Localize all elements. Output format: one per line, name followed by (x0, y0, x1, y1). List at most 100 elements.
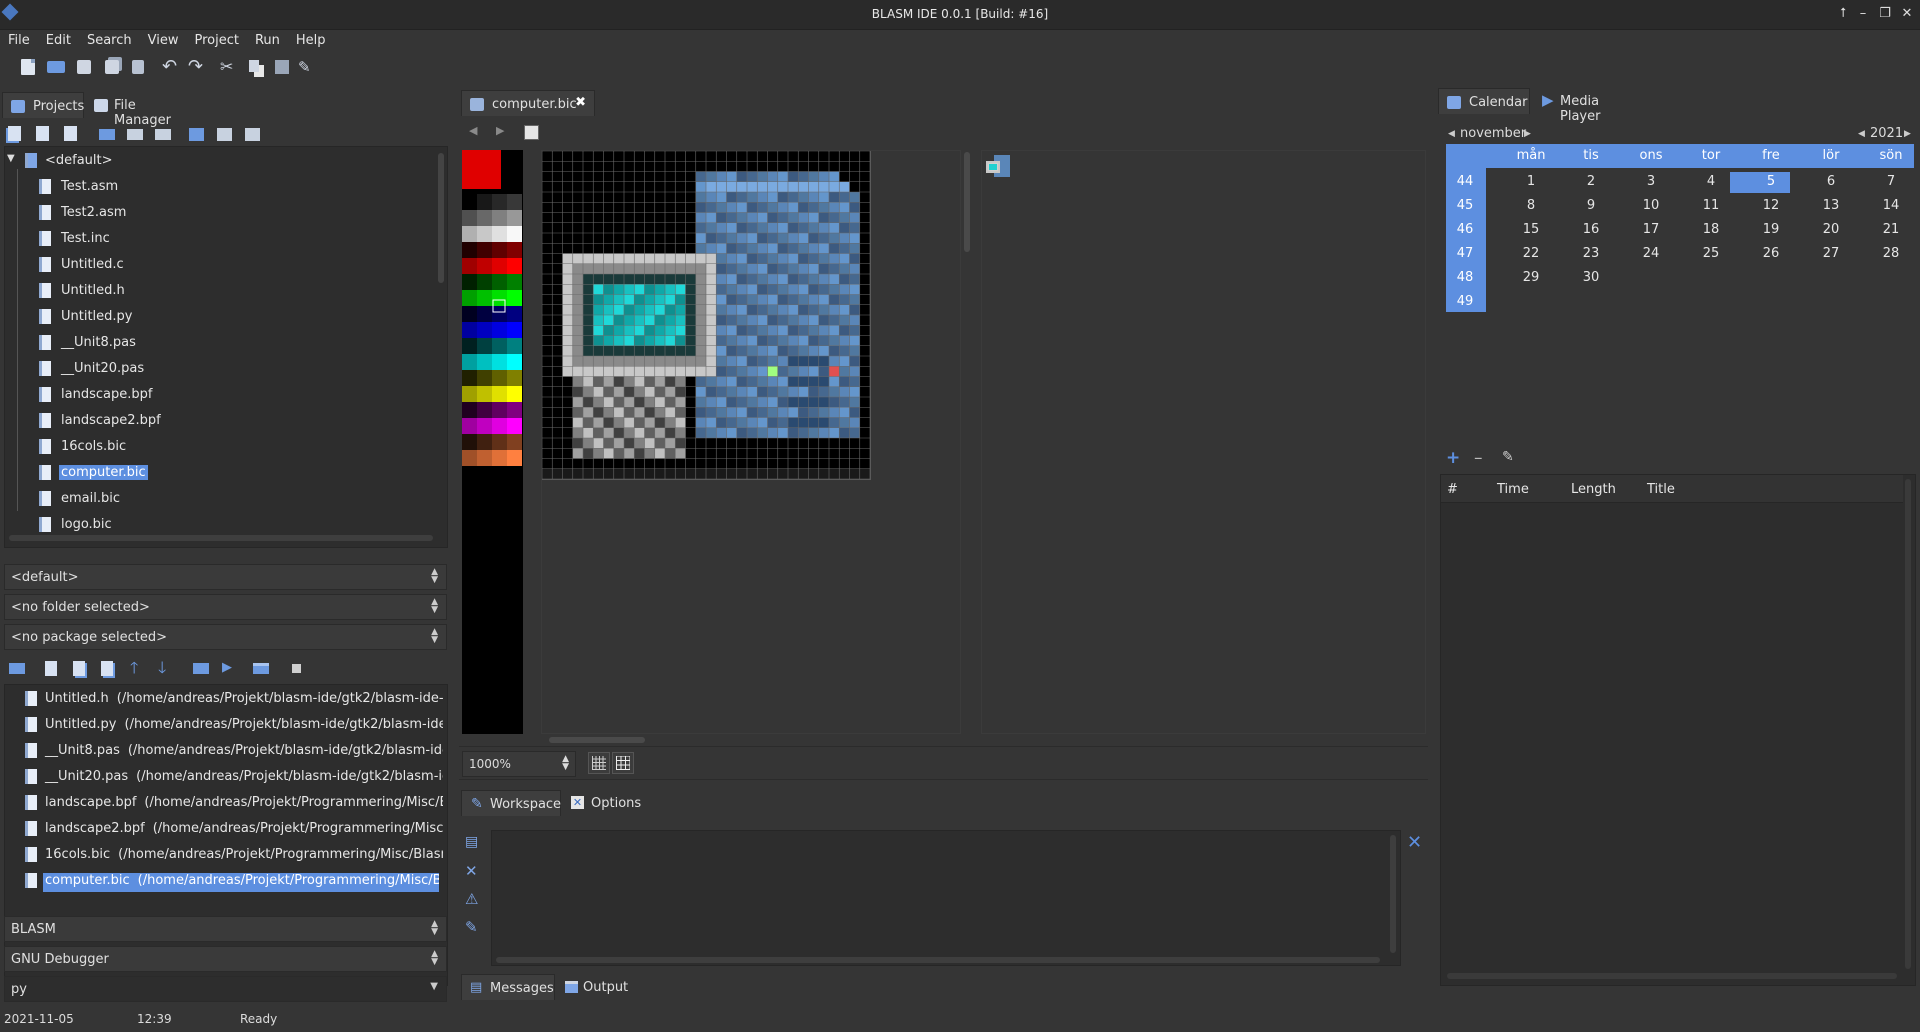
calendar-day[interactable]: 23 (1562, 246, 1620, 261)
color-palette[interactable] (462, 150, 523, 734)
remove-folder-icon[interactable] (154, 125, 172, 141)
calendar-day[interactable]: 22 (1502, 246, 1560, 261)
prev-icon[interactable]: ◀ (469, 124, 477, 137)
refresh-icon[interactable] (8, 660, 26, 676)
cut-icon[interactable]: ✂ (220, 57, 240, 77)
add-icon[interactable] (70, 660, 88, 676)
keep-above-button[interactable]: ⭡ (1834, 5, 1852, 23)
zoom-spinner[interactable]: 1000% ▲ ▼ (462, 751, 576, 777)
calendar-day[interactable]: 26 (1742, 246, 1800, 261)
tab-calendar[interactable]: Calendar (1438, 88, 1530, 114)
calendar-day[interactable]: 1 (1502, 174, 1560, 189)
assembler-select[interactable]: BLASM ▲ ▼ (4, 916, 447, 942)
add-file-icon[interactable] (34, 125, 52, 141)
open-file-row[interactable]: Untitled.h (/home/andreas/Projekt/blasm-i… (5, 687, 447, 711)
open-file-row[interactable]: landscape2.bpf (/home/andreas/Projekt/Pro… (5, 817, 447, 841)
close-file-button[interactable] (128, 57, 148, 77)
tree-item[interactable]: landscape2.bpf (5, 409, 305, 433)
window-icon[interactable] (252, 660, 270, 676)
move-down-icon[interactable]: 🡓 (158, 660, 176, 676)
next-year-icon[interactable]: ▶ (1904, 129, 1911, 139)
language-input[interactable]: py ▼ (4, 976, 447, 1002)
tab-media-player[interactable]: ▶ Media Player (1532, 88, 1646, 124)
expand-arrow-icon[interactable]: ▼ (7, 153, 15, 164)
menu-run[interactable]: Run (247, 30, 288, 48)
column-title[interactable]: Title (1647, 482, 1675, 497)
tree-item[interactable]: __Unit20.pas (5, 357, 305, 381)
save-button[interactable] (74, 57, 94, 77)
primary-color-swatch[interactable] (462, 150, 501, 189)
warning-icon[interactable]: ⚠ (465, 890, 483, 908)
new-file-button[interactable] (18, 57, 38, 77)
prev-month-icon[interactable]: ◀ (1448, 129, 1455, 139)
add-folder-icon[interactable] (98, 125, 116, 141)
palette-grid[interactable] (462, 194, 523, 730)
menu-view[interactable]: View (140, 30, 187, 48)
tree-item[interactable]: email.bic (5, 487, 305, 511)
clear-messages-icon[interactable]: ✎ (465, 918, 483, 936)
messages-icon[interactable]: ▤ (465, 834, 483, 852)
remove-file-icon[interactable] (62, 125, 80, 141)
column-time[interactable]: Time (1497, 482, 1529, 497)
playlist-h-scrollbar[interactable] (1447, 973, 1897, 979)
error-icon[interactable]: ✕ (465, 862, 483, 880)
tab-output[interactable]: Output (557, 974, 629, 1000)
tree-item[interactable]: Untitled.c (5, 253, 305, 277)
messages-h-scrollbar[interactable] (496, 957, 1380, 963)
calendar-day[interactable]: 17 (1622, 222, 1680, 237)
calendar-day[interactable]: 9 (1562, 198, 1620, 213)
open-file-row[interactable]: Untitled.py (/home/andreas/Projekt/blasm-… (5, 713, 447, 737)
tree-root[interactable]: ▼ <default> (5, 149, 305, 173)
menu-edit[interactable]: Edit (38, 30, 79, 48)
calendar-day[interactable]: 24 (1622, 246, 1680, 261)
calendar-day[interactable]: 21 (1862, 222, 1920, 237)
folder-select[interactable]: <no folder selected> ▲ ▼ (4, 594, 447, 620)
calendar-day[interactable]: 27 (1802, 246, 1860, 261)
tree-item[interactable]: computer.bic (5, 461, 305, 485)
new-package-icon[interactable] (188, 125, 206, 141)
calendar-day[interactable]: 30 (1562, 270, 1620, 285)
tree-item[interactable]: Untitled.py (5, 305, 305, 329)
tree-item[interactable]: Test2.asm (5, 201, 305, 225)
package-select[interactable]: <no package selected> ▲ ▼ (4, 624, 447, 650)
copy-icon[interactable] (246, 57, 266, 77)
calendar-day[interactable]: 7 (1862, 174, 1920, 189)
tree-scrollbar[interactable] (438, 153, 444, 283)
calendar-day[interactable]: 4 (1682, 174, 1740, 189)
tab-workspace[interactable]: ✎ Workspace (461, 790, 561, 816)
open-file-row[interactable]: 16cols.bic (/home/andreas/Projekt/Program… (5, 843, 447, 867)
tree-item[interactable]: __Unit8.pas (5, 331, 305, 355)
tree-item[interactable]: Test.asm (5, 175, 305, 199)
large-grid-button[interactable] (612, 752, 634, 774)
messages-v-scrollbar[interactable] (1390, 835, 1396, 953)
remove-icon[interactable] (98, 660, 116, 676)
calendar-day[interactable]: 3 (1622, 174, 1680, 189)
tab-projects[interactable]: Projects (2, 92, 84, 118)
open-file-row[interactable]: computer.bic (/home/andreas/Projekt/Progr… (5, 869, 447, 893)
tree-item[interactable]: Untitled.h (5, 279, 305, 303)
menu-file[interactable]: File (0, 30, 38, 48)
add-track-icon[interactable]: + (1446, 448, 1460, 468)
open-package-icon[interactable] (216, 125, 234, 141)
play-icon[interactable]: ▶ (222, 660, 240, 676)
close-messages-icon[interactable]: ✕ (1407, 832, 1422, 853)
calendar-day[interactable]: 5 (1742, 174, 1800, 189)
calendar-day[interactable]: 25 (1682, 246, 1740, 261)
open-folder-icon[interactable] (126, 125, 144, 141)
save-all-button[interactable] (102, 57, 122, 77)
tree-item[interactable]: landscape.bpf (5, 383, 305, 407)
tab-options[interactable]: ✕ Options (563, 790, 643, 816)
open-file-row[interactable]: __Unit8.pas (/home/andreas/Projekt/blasm-… (5, 739, 447, 763)
open-file-button[interactable] (46, 57, 66, 77)
stop-icon[interactable] (288, 660, 306, 676)
folder-icon[interactable] (192, 660, 210, 676)
calendar-day[interactable]: 29 (1502, 270, 1560, 285)
calendar-day[interactable]: 28 (1862, 246, 1920, 261)
tab-computer-bic[interactable]: computer.bic ✖ (461, 90, 595, 116)
debugger-select[interactable]: GNU Debugger ▲ ▼ (4, 946, 447, 972)
calendar-day[interactable]: 16 (1562, 222, 1620, 237)
close-tab-icon[interactable]: ✖ (575, 95, 586, 110)
playlist-v-scrollbar[interactable] (1905, 479, 1911, 969)
tab-file-manager[interactable]: File Manager (86, 92, 196, 128)
calendar-day[interactable]: 10 (1622, 198, 1680, 213)
